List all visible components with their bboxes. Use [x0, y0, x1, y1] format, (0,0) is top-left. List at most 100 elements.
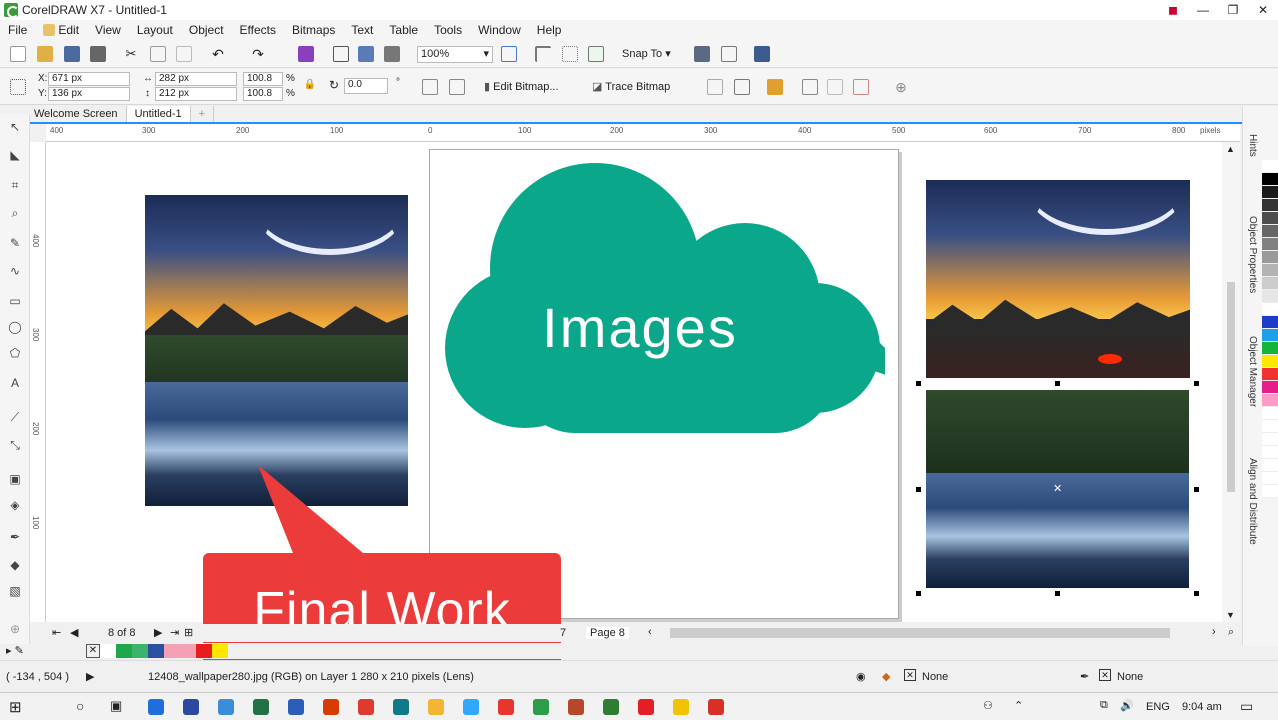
search-content-icon[interactable] — [298, 46, 314, 62]
cloud-text[interactable]: Images — [440, 295, 840, 360]
scroll-up-icon[interactable]: ▲ — [1226, 144, 1235, 154]
trace-bitmap-button[interactable]: ◪ Trace Bitmap — [592, 80, 670, 93]
drop-shadow-icon[interactable]: ▣ — [6, 472, 24, 488]
palette-swatch[interactable] — [1262, 264, 1278, 277]
tab-object-manager[interactable]: Object Manager — [1247, 336, 1258, 407]
palette-swatch[interactable] — [1262, 381, 1278, 394]
eyedropper-icon[interactable]: ✒ — [6, 530, 24, 546]
document-palette-swatch[interactable] — [196, 644, 212, 658]
x-position-field[interactable]: 671 px — [48, 72, 130, 86]
notification-icon[interactable]: ▭ — [1240, 698, 1253, 715]
new-document-icon[interactable] — [10, 46, 26, 62]
palette-swatch[interactable] — [1262, 186, 1278, 199]
palette-swatch[interactable] — [1262, 446, 1278, 459]
taskbar-app-icon[interactable] — [673, 699, 689, 715]
smart-fill-icon[interactable]: ▧ — [6, 584, 24, 600]
rulers-icon[interactable] — [535, 46, 551, 62]
palette-swatch[interactable] — [1262, 355, 1278, 368]
palette-swatch[interactable] — [1262, 420, 1278, 433]
application-launcher-icon[interactable] — [721, 46, 737, 62]
selection-handle[interactable] — [916, 381, 921, 386]
document-palette-swatch[interactable] — [180, 644, 196, 658]
scroll-left-icon[interactable]: ‹ — [648, 626, 652, 638]
palette-swatch[interactable] — [1262, 199, 1278, 212]
add-tool-icon[interactable]: ⊕ — [6, 622, 24, 638]
grid-icon[interactable] — [562, 46, 578, 62]
menu-layout[interactable]: Layout — [129, 23, 181, 37]
monitor-icon[interactable] — [754, 46, 770, 62]
palette-swatch[interactable] — [1262, 433, 1278, 446]
palette-swatch[interactable] — [1262, 342, 1278, 355]
selection-handle[interactable] — [1055, 381, 1060, 386]
fill-tool-icon[interactable]: ◆ — [6, 558, 24, 574]
menu-tools[interactable]: Tools — [426, 23, 470, 37]
last-page-icon[interactable]: ⇥ — [170, 626, 179, 639]
width-field[interactable]: 282 px — [155, 72, 237, 86]
palette-swatch[interactable] — [1262, 251, 1278, 264]
document-palette-swatch[interactable] — [212, 644, 228, 658]
height-field[interactable]: 212 px — [155, 87, 237, 101]
document-palette-swatch[interactable] — [132, 644, 148, 658]
taskbar-app-icon[interactable] — [148, 699, 164, 715]
add-page-icon[interactable]: ⊞ — [184, 626, 193, 639]
selection-handle[interactable] — [1194, 591, 1199, 596]
y-position-field[interactable]: 136 px — [48, 87, 130, 101]
palette-options-icon[interactable]: ▸ ✎ — [6, 644, 24, 657]
selection-handle[interactable] — [916, 591, 921, 596]
selection-handle[interactable] — [1194, 487, 1199, 492]
selection-handle[interactable] — [1055, 591, 1060, 596]
bitmap-color-mask-icon[interactable] — [767, 79, 783, 95]
open-icon[interactable] — [37, 46, 53, 62]
menu-window[interactable]: Window — [470, 23, 529, 37]
palette-swatch[interactable] — [1262, 173, 1278, 186]
windows-start-icon[interactable]: ⊞ — [9, 698, 22, 716]
palette-swatch[interactable] — [1262, 277, 1278, 290]
tab-hints[interactable]: Hints — [1247, 134, 1258, 157]
palette-swatch[interactable] — [1262, 485, 1278, 498]
taskbar-app-icon[interactable] — [253, 699, 269, 715]
scroll-thumb[interactable] — [1227, 282, 1235, 492]
palette-swatch[interactable] — [1262, 160, 1278, 173]
selection-handle[interactable] — [1194, 381, 1199, 386]
taskbar-app-icon[interactable] — [183, 699, 199, 715]
options-icon[interactable] — [694, 46, 710, 62]
guidelines-icon[interactable] — [588, 46, 604, 62]
taskbar-app-icon[interactable] — [358, 699, 374, 715]
zoom-navigator-icon[interactable]: ⌕ — [1228, 626, 1234, 639]
network-icon[interactable]: ⧉ — [1100, 699, 1108, 712]
publish-pdf-icon[interactable] — [384, 46, 400, 62]
polygon-tool-icon[interactable]: ⬠ — [6, 346, 24, 362]
wrap-text-icon[interactable] — [802, 79, 818, 95]
language-indicator[interactable]: ENG — [1146, 701, 1170, 713]
palette-swatch[interactable] — [1262, 303, 1278, 316]
edit-bitmap-button[interactable]: ▮ Edit Bitmap... — [484, 80, 559, 93]
bitmap-image-top-right[interactable] — [926, 180, 1190, 378]
redo-icon[interactable]: ↷ — [250, 46, 266, 62]
add-tab-icon[interactable]: + — [191, 106, 215, 122]
taskbar-app-icon[interactable] — [568, 699, 584, 715]
palette-swatch[interactable] — [1262, 472, 1278, 485]
palette-swatch[interactable] — [1262, 238, 1278, 251]
taskbar-app-icon[interactable] — [288, 699, 304, 715]
taskbar-app-icon[interactable] — [323, 699, 339, 715]
mirror-horizontal-icon[interactable] — [422, 79, 438, 95]
scale-height-field[interactable]: 100.8 — [243, 87, 283, 101]
document-palette-swatch[interactable] — [116, 644, 132, 658]
print-icon[interactable] — [90, 46, 106, 62]
ellipse-tool-icon[interactable]: ◯ — [6, 320, 24, 336]
menu-object[interactable]: Object — [181, 23, 232, 37]
chevron-up-icon[interactable]: ⌃ — [1014, 699, 1023, 712]
tab-untitled-1[interactable]: Untitled-1 — [126, 106, 191, 122]
zoom-select[interactable]: 100% ▾ — [417, 46, 493, 63]
search-icon[interactable]: ○ — [76, 698, 84, 714]
no-color-swatch[interactable]: ✕ — [86, 644, 100, 658]
menu-edit[interactable]: Edit — [35, 23, 87, 37]
menu-view[interactable]: View — [87, 23, 129, 37]
rotation-field[interactable]: 0.0 — [344, 78, 388, 94]
clock[interactable]: 9:04 am — [1182, 701, 1222, 713]
palette-swatch[interactable] — [1262, 225, 1278, 238]
cut-icon[interactable]: ✂ — [123, 46, 139, 62]
export-icon[interactable] — [358, 46, 374, 62]
save-icon[interactable] — [64, 46, 80, 62]
people-icon[interactable]: ⚇ — [983, 699, 993, 712]
